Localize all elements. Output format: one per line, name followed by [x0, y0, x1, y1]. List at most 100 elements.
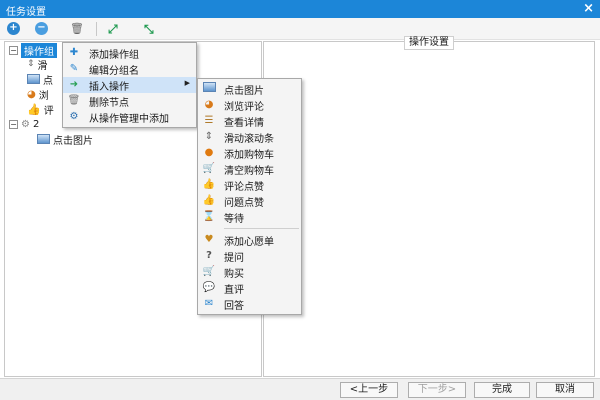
finish-button[interactable]: 完成: [474, 382, 530, 398]
window-title: 任务设置: [6, 7, 46, 18]
add-group-icon: ✚: [69, 47, 79, 58]
prev-button[interactable]: <上一步: [340, 382, 398, 398]
add-button[interactable]: +: [6, 21, 22, 37]
tree-node-label: 点击图片: [53, 135, 93, 147]
menu-item-label: 添加操作组: [89, 49, 139, 61]
menu-item-label: 直评: [224, 284, 244, 296]
menu-item-label: 清空购物车: [224, 165, 274, 177]
toolbar: + − 🗑 ⤢ ⤡: [0, 18, 600, 40]
minus-icon: −: [35, 22, 48, 35]
menu-item-edit-group-name[interactable]: ✎ 编辑分组名: [63, 61, 196, 77]
scroll-icon: ⇕: [27, 59, 35, 69]
expand-all-button[interactable]: ⤢: [108, 21, 124, 37]
tree-node-label: 点: [43, 75, 53, 87]
menu-item-add-group[interactable]: ✚ 添加操作组: [63, 45, 196, 61]
collapse-toggle-icon[interactable]: −: [9, 45, 18, 55]
submenu-item-ask[interactable]: ? 提问: [198, 248, 301, 264]
menu-item-label: 滑动滚动条: [224, 133, 274, 145]
tree-node[interactable]: 点: [27, 71, 53, 87]
title-bar: 任务设置 ×: [0, 0, 600, 18]
folder-icon: ⚙: [21, 118, 30, 130]
submenu-item-view-details[interactable]: ☰ 查看详情: [198, 113, 301, 129]
menu-item-label: 编辑分组名: [89, 65, 139, 77]
browse-comment-icon: ◕: [204, 99, 214, 110]
add-cart-icon: ●: [204, 147, 214, 158]
settings-panel: 操作设置: [263, 36, 595, 377]
trash-icon: 🗑: [67, 95, 81, 106]
submenu-item-like-comment[interactable]: 👍 评论点赞: [198, 177, 301, 193]
edit-icon: ✎: [69, 63, 79, 74]
tree-node[interactable]: ◕ 浏: [27, 86, 49, 102]
tree-node[interactable]: 👍 评: [27, 101, 54, 117]
submenu-item-scroll[interactable]: ⇕ 滑动滚动条: [198, 129, 301, 145]
submenu-item-like-question[interactable]: 👍 问题点赞: [198, 193, 301, 209]
menu-item-label: 添加心愿单: [224, 236, 274, 248]
submenu-item-buy[interactable]: 🛒 购买: [198, 264, 301, 280]
thumb-up-icon: 👍: [202, 179, 216, 190]
thumb-up-icon: 👍: [202, 195, 216, 206]
collapse-all-icon: ⤡: [144, 22, 154, 36]
submenu-item-add-cart[interactable]: ● 添加购物车: [198, 145, 301, 161]
submenu-item-click-image[interactable]: 点击图片: [198, 81, 301, 97]
tree-node-label: 浏: [38, 90, 49, 102]
image-icon: [27, 74, 40, 84]
collapse-all-button[interactable]: ⤡: [144, 21, 160, 37]
delete-icon: 🗑: [70, 22, 84, 35]
menu-separator: [224, 228, 299, 229]
collapse-toggle-icon[interactable]: −: [9, 119, 18, 129]
remove-button[interactable]: −: [34, 21, 50, 37]
insert-icon: ➜: [69, 79, 79, 90]
menu-item-label: 添加购物车: [224, 149, 274, 161]
answer-icon: ✉: [204, 298, 214, 309]
browse-comment-icon: ◕: [27, 88, 36, 100]
submenu-arrow-icon: ▶: [184, 79, 190, 87]
menu-item-label: 提问: [224, 252, 244, 264]
toolbar-divider: [96, 22, 97, 36]
menu-item-add-from-manager[interactable]: ⚙ 从操作管理中添加: [63, 109, 196, 125]
comment-bubble-icon: 💬: [202, 282, 216, 293]
menu-item-label: 查看详情: [224, 117, 264, 129]
wishlist-icon: ♥: [204, 234, 214, 245]
menu-item-label: 评论点赞: [224, 181, 264, 193]
thumb-up-icon: 👍: [27, 102, 41, 116]
ask-icon: ?: [206, 250, 212, 261]
close-icon[interactable]: ×: [583, 1, 594, 17]
submenu-item-answer[interactable]: ✉ 回答: [198, 296, 301, 312]
menu-item-label: 删除节点: [89, 97, 129, 109]
menu-item-label: 等待: [224, 213, 244, 225]
menu-item-label: 问题点赞: [224, 197, 264, 209]
cancel-button[interactable]: 取消: [536, 382, 594, 398]
menu-item-label: 回答: [224, 300, 244, 312]
submenu-item-direct-review[interactable]: 💬 直评: [198, 280, 301, 296]
next-button[interactable]: 下一步>: [408, 382, 466, 398]
menu-item-label: 浏览评论: [224, 101, 264, 113]
image-icon: [202, 82, 216, 96]
image-icon: [37, 134, 50, 144]
menu-item-label: 从操作管理中添加: [89, 113, 169, 125]
insert-submenu: 点击图片 ◕ 浏览评论 ☰ 查看详情 ⇕ 滑动滚动条 ● 添加购物车 🛒 清空购…: [197, 78, 302, 315]
tree-node-label: 2: [32, 118, 40, 130]
menu-item-label: 购买: [224, 268, 244, 280]
scroll-icon: ⇕: [204, 131, 214, 142]
tree-node-group2[interactable]: − ⚙ 2: [9, 116, 39, 132]
delete-button[interactable]: 🗑: [70, 21, 86, 37]
submenu-item-wishlist[interactable]: ♥ 添加心愿单: [198, 232, 301, 248]
expand-all-icon: ⤢: [108, 22, 118, 36]
buy-cart-icon: 🛒: [202, 266, 216, 277]
context-menu: ✚ 添加操作组 ✎ 编辑分组名 ➜ 插入操作 ▶ 🗑 删除节点 ⚙ 从操作管理中…: [62, 42, 197, 128]
submenu-item-browse-comments[interactable]: ◕ 浏览评论: [198, 97, 301, 113]
menu-item-insert-operation[interactable]: ➜ 插入操作 ▶: [63, 77, 196, 93]
menu-item-label: 插入操作: [89, 81, 129, 93]
clear-cart-icon: 🛒: [202, 163, 216, 174]
tree-node[interactable]: 点击图片: [37, 131, 93, 147]
settings-panel-title: 操作设置: [404, 36, 454, 50]
menu-item-delete-node[interactable]: 🗑 删除节点: [63, 93, 196, 109]
tree-node[interactable]: ⇕ 滑: [27, 56, 48, 72]
hourglass-icon: ⌛: [202, 211, 216, 222]
add-icon: +: [7, 22, 20, 35]
submenu-item-wait[interactable]: ⌛ 等待: [198, 209, 301, 225]
tree-node-label: 滑: [37, 60, 48, 72]
tree-node-label: 评: [43, 105, 54, 117]
button-bar: <上一步 下一步> 完成 取消: [0, 378, 600, 400]
submenu-item-clear-cart[interactable]: 🛒 清空购物车: [198, 161, 301, 177]
